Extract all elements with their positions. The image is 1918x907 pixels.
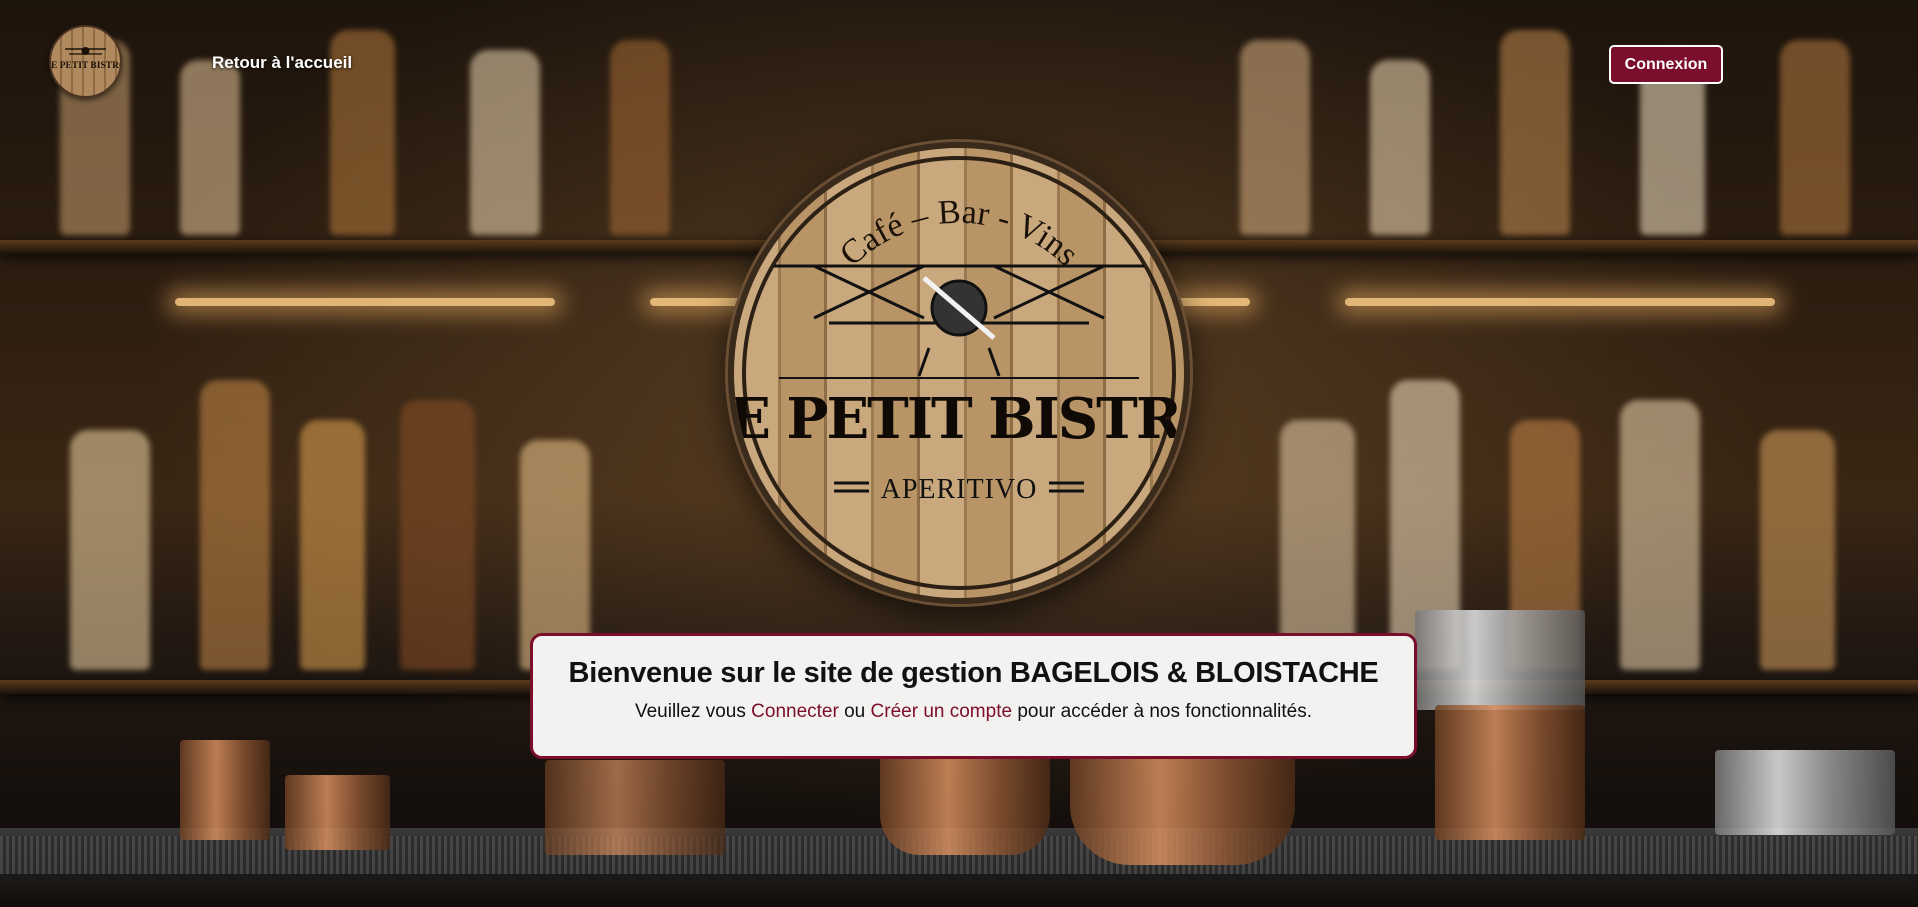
copper-tin	[1435, 705, 1585, 840]
copper-cup	[285, 775, 390, 850]
shelf-light	[1345, 298, 1775, 306]
signup-link[interactable]: Créer un compte	[871, 701, 1013, 722]
logo-small-text: LE PETIT BISTRO	[51, 61, 120, 71]
hero-logo-sub: APERITIVO	[881, 474, 1038, 505]
bottle	[1620, 400, 1700, 670]
bottle	[400, 400, 475, 670]
hero-logo-graphic: Café – Bar - Vins LE PETIT BISTRO	[734, 156, 1184, 590]
login-button[interactable]: Connexion	[1609, 45, 1723, 84]
welcome-card: Bienvenue sur le site de gestion BAGELOI…	[530, 633, 1417, 759]
bottle	[470, 50, 540, 235]
cocktail-glass	[545, 760, 725, 855]
shelf-light	[175, 298, 555, 306]
page: LE PETIT BISTRO Retour à l'accueil Conne…	[0, 0, 1918, 907]
copper-mug	[1070, 750, 1295, 865]
bottle	[1370, 60, 1430, 235]
bottle	[1760, 430, 1835, 670]
copper-mug	[880, 750, 1050, 855]
hero-logo-top-text: Café – Bar - Vins	[833, 193, 1086, 273]
welcome-text-after: pour accéder à nos fonctionnalités.	[1017, 701, 1313, 722]
home-link[interactable]: Retour à l'accueil	[212, 53, 352, 73]
welcome-text-before: Veuillez vous	[634, 701, 746, 722]
bottle	[180, 60, 240, 235]
hero-logo: Café – Bar - Vins LE PETIT BISTRO	[728, 142, 1190, 604]
bistro-logo-icon[interactable]: LE PETIT BISTRO	[49, 25, 122, 98]
bottle	[300, 420, 365, 670]
bottle	[610, 40, 670, 235]
bottle	[1780, 40, 1850, 235]
hero-logo-brand: LE PETIT BISTRO	[734, 386, 1184, 452]
bottle	[1240, 40, 1310, 235]
steel-tin	[1415, 610, 1585, 710]
logo-small-graphic: LE PETIT BISTRO	[51, 47, 120, 71]
login-link[interactable]: Connecter	[751, 701, 839, 722]
copper-cup	[180, 740, 270, 840]
welcome-message: Veuillez vous Connecter ou Créer un comp…	[533, 701, 1414, 723]
bottle	[1500, 30, 1570, 235]
steel-tin	[1715, 750, 1895, 835]
hero-logo-top-text-path: Café – Bar - Vins	[833, 193, 1086, 273]
welcome-title: Bienvenue sur le site de gestion BAGELOI…	[568, 657, 1379, 689]
biplane-icon	[774, 264, 1144, 379]
welcome-text-or: ou	[844, 701, 866, 722]
bottle	[200, 380, 270, 670]
bottle	[70, 430, 150, 670]
